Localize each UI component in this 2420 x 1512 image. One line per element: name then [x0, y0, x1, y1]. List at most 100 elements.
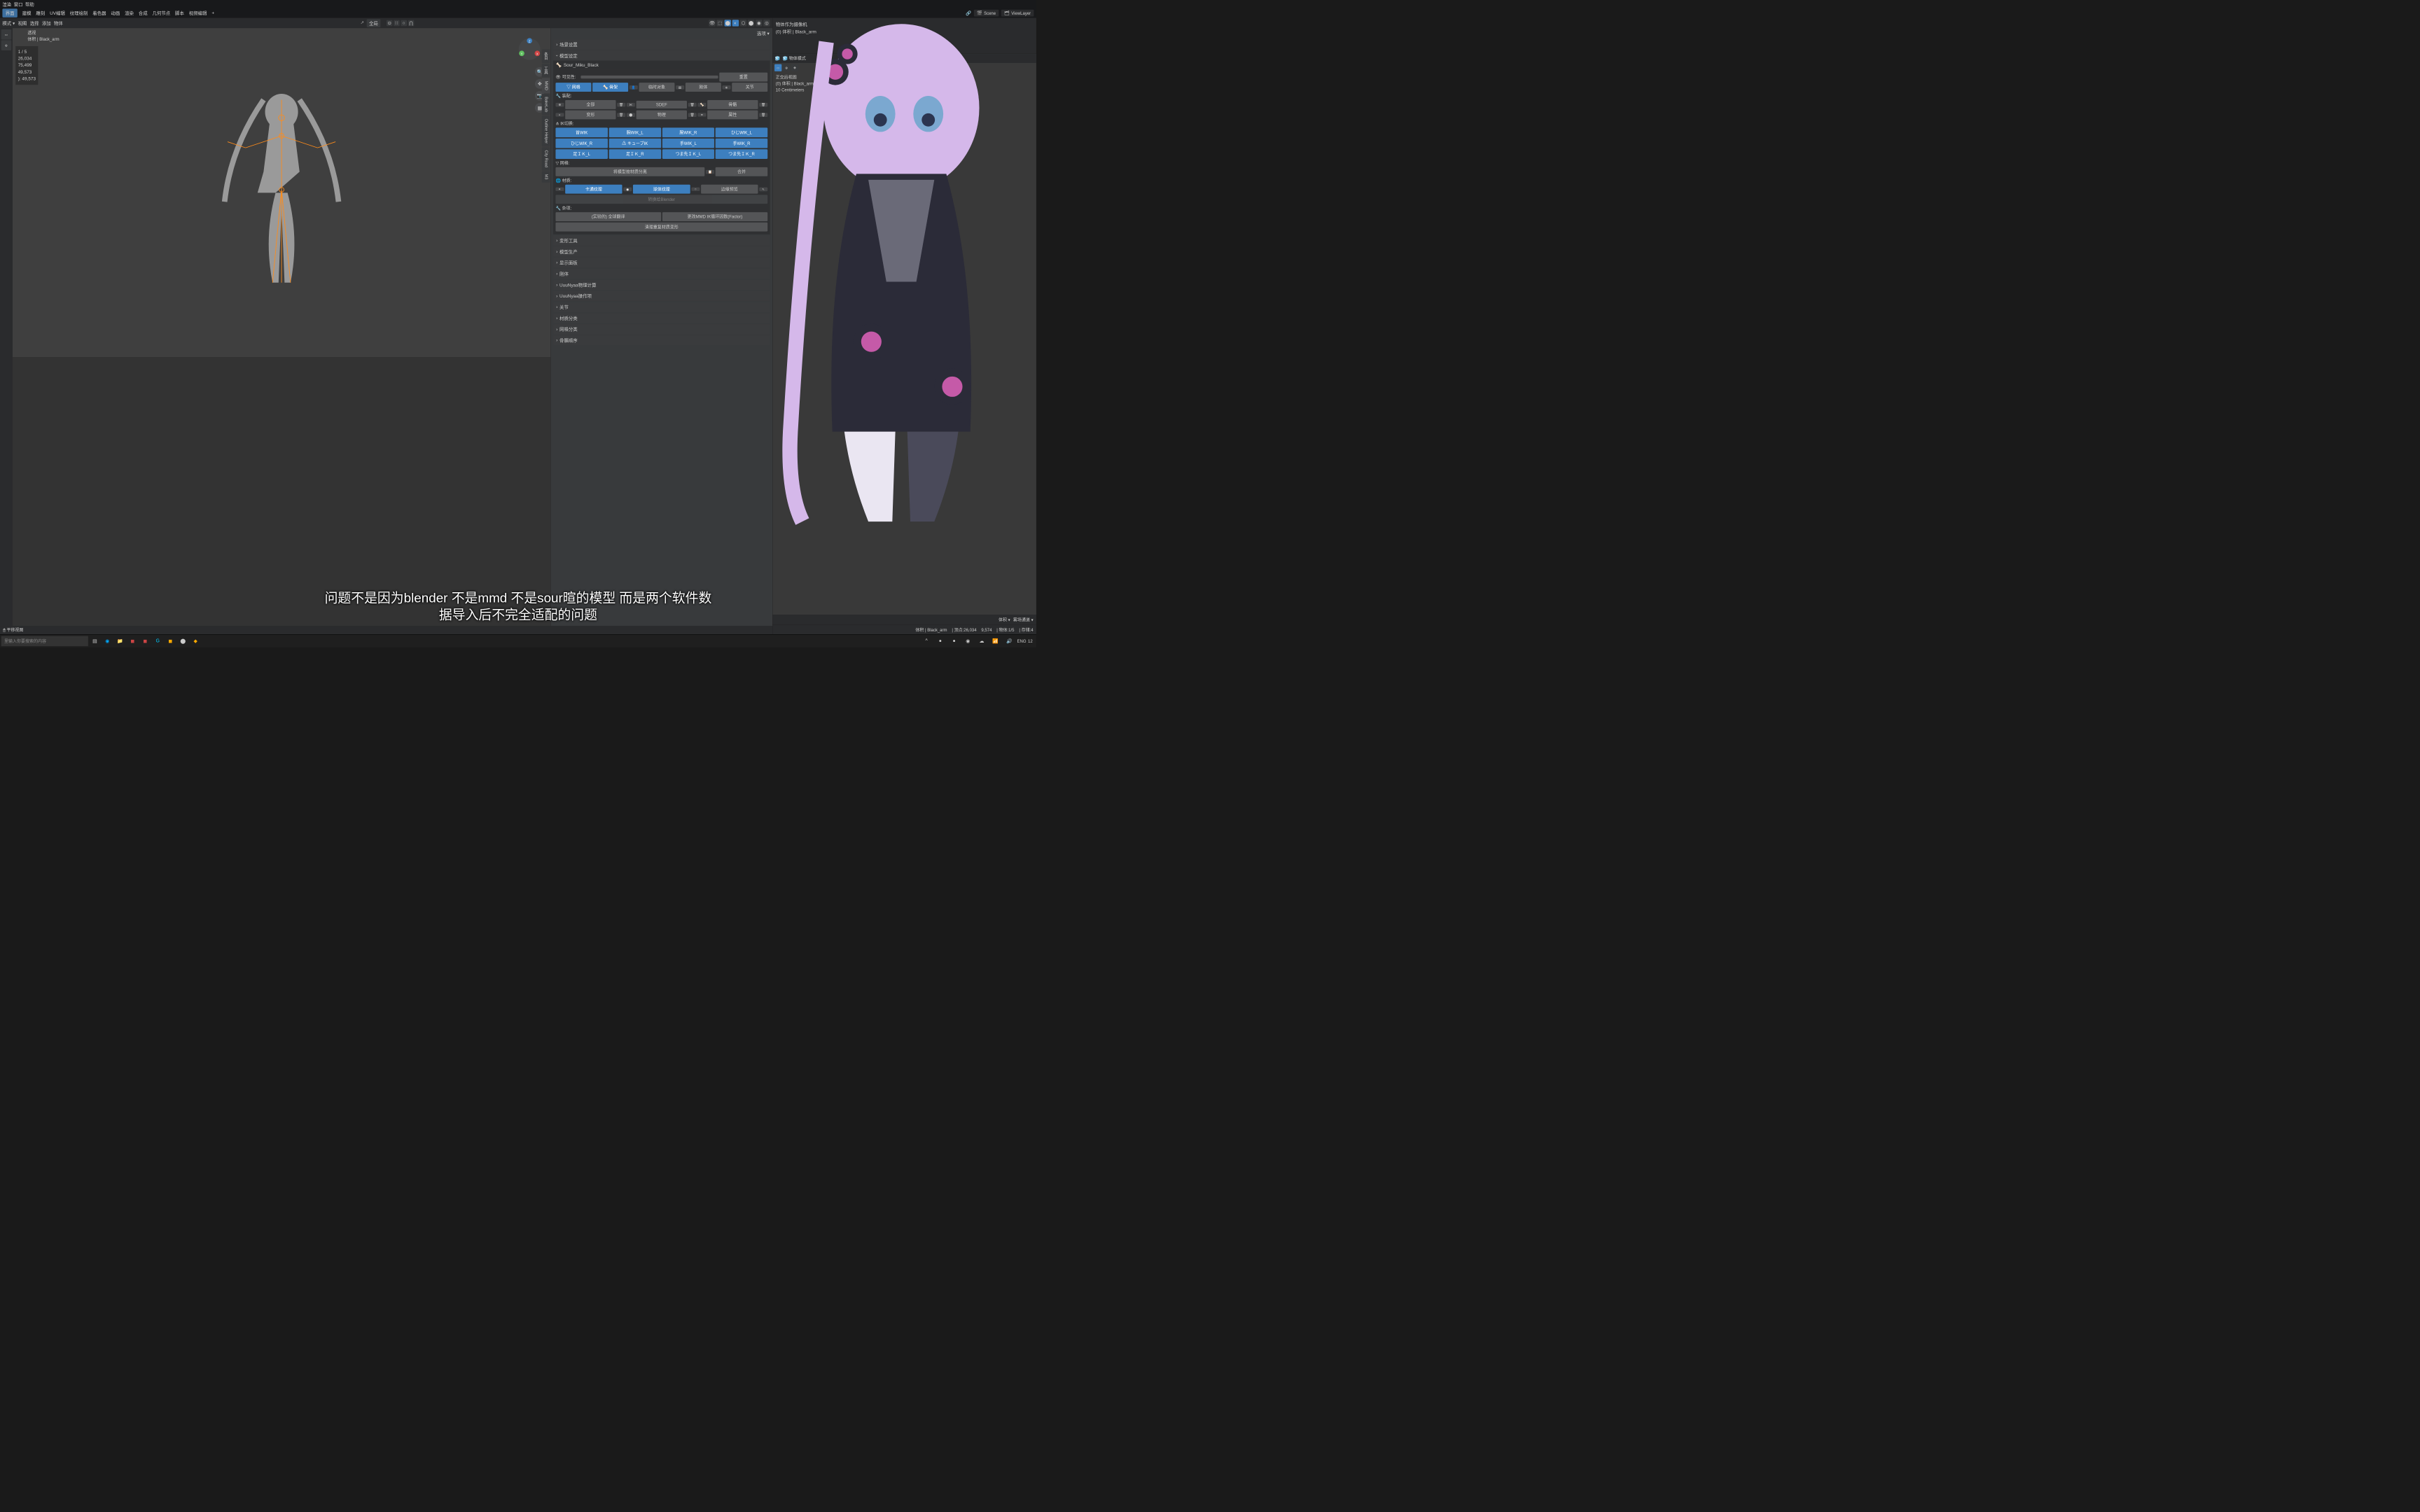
ik-3[interactable]: ひじWIK_L — [716, 127, 767, 137]
explorer-icon[interactable]: 📁 — [114, 635, 126, 647]
tab-add[interactable]: + — [211, 10, 214, 15]
section-uuunyaa-op[interactable]: UuuNyaa操作项 — [553, 291, 770, 301]
cursor-tool-icon[interactable]: ⊕ — [1, 40, 12, 50]
vp2-cursor-icon[interactable]: ⊕ — [783, 64, 790, 71]
proportional-icon[interactable]: ○ — [401, 20, 407, 27]
tray-cloud-icon[interactable]: ☁ — [975, 635, 987, 647]
rig-toggle[interactable]: 🦴 骨架 — [592, 83, 628, 92]
toon-button[interactable]: 卡通纹理 — [565, 185, 622, 194]
prop-volume[interactable]: 体积 ▾ — [999, 617, 1010, 623]
morph-icon[interactable]: ◐ — [555, 113, 564, 116]
task-view-icon[interactable]: ▤ — [89, 635, 101, 647]
ik-9[interactable]: 足ＩＫ_R — [609, 149, 661, 159]
del1-icon[interactable]: 🗑 — [617, 103, 625, 107]
del4-icon[interactable]: 🗑 — [617, 113, 625, 117]
tab-tool[interactable]: 工具 — [542, 64, 550, 78]
phys-button[interactable]: 物理 — [637, 111, 687, 120]
sphere-button[interactable]: 球体纹理 — [633, 185, 690, 194]
section-modelset[interactable]: 模型设定 — [553, 50, 770, 60]
mode-selector[interactable]: 模式 ▾ — [2, 20, 15, 26]
outliner-item[interactable]: (0) 体积 | Black_arm — [776, 29, 1034, 35]
ik-6[interactable]: 手WIK_L — [662, 139, 714, 148]
pivot-icon[interactable]: ⊙ — [387, 20, 393, 27]
edge-button[interactable]: 边缘预览 — [701, 185, 758, 194]
menu-help[interactable]: 帮助 — [25, 1, 34, 7]
all-icon[interactable]: ⊕ — [555, 103, 564, 107]
rigid-icon[interactable]: ▨ — [676, 85, 684, 90]
section-matcat[interactable]: 材质分类 — [553, 313, 770, 323]
gizmo-toggle-icon[interactable]: ⬚ — [716, 20, 723, 26]
tab-modeling[interactable]: 建模 — [22, 10, 32, 16]
section-rigid[interactable]: 刚体 — [553, 269, 770, 279]
tab-tex[interactable]: 纹理绘制 — [70, 10, 88, 16]
tab-script[interactable]: 脚本 — [175, 10, 184, 16]
hdr-add[interactable]: 添加 — [42, 20, 51, 26]
viewlayer-selector[interactable]: 🗂 ViewLayer — [1001, 10, 1034, 17]
vp2-move-icon[interactable]: ✥ — [791, 64, 798, 71]
convert-button[interactable]: 转换给Blender — [555, 195, 767, 204]
morph-button[interactable]: 变形 — [565, 111, 616, 120]
vp2-editor-icon[interactable]: 🧊 — [775, 56, 780, 61]
outliner[interactable]: 物体作为摄像机 (0) 体积 | Black_arm — [772, 18, 1036, 54]
ik-8[interactable]: 足ＩＫ_L — [555, 149, 607, 159]
section-scene[interactable]: 场景设置 — [553, 40, 770, 50]
reset-button[interactable]: 重置 — [719, 73, 767, 82]
wire-icon[interactable]: ⬡ — [740, 20, 746, 26]
tab-item[interactable]: 条目 — [542, 49, 550, 63]
taskbar-search[interactable]: 里输入你要搜索的内容 — [1, 636, 88, 646]
tab-shading[interactable]: 着色器 — [92, 10, 106, 16]
cleanup-button[interactable]: 清理重复材质变形 — [555, 223, 767, 232]
del5-icon[interactable]: 🗑 — [688, 113, 697, 117]
tab-m3[interactable]: M3 — [542, 171, 550, 182]
logi-icon[interactable]: G — [152, 635, 164, 647]
section-uuunyaa-phys[interactable]: UuuNyaa物理计算 — [553, 280, 770, 290]
ik-0[interactable]: 首WIK — [555, 127, 607, 137]
tab-video[interactable]: 视频编辑 — [189, 10, 207, 16]
tab-comp[interactable]: 合成 — [139, 10, 148, 16]
hdr-select[interactable]: 选择 — [30, 20, 39, 26]
mesh-toggle[interactable]: ▽ 网格 — [555, 83, 591, 92]
tab-sculpt[interactable]: 雕刻 — [36, 10, 45, 16]
main-viewport[interactable]: ▭ ⊕ 透视 体积 | Black_arm 1 / 5 26,034 75,49… — [0, 28, 772, 626]
toon-icon[interactable]: ◐ — [555, 188, 564, 191]
tab-bakelab[interactable]: BakeLab — [542, 94, 550, 115]
sdef-button[interactable]: SDEF — [637, 101, 687, 108]
section-display[interactable]: 显示面板 — [553, 258, 770, 267]
joint-toggle[interactable]: 关节 — [732, 83, 767, 92]
overlay-toggle-icon[interactable]: ⬤ — [725, 20, 731, 26]
tray-steam-icon[interactable]: ◉ — [962, 635, 974, 647]
temp-icon[interactable]: 👤 — [630, 85, 638, 90]
hdr-view[interactable]: 视图 — [18, 20, 27, 26]
vp2-sel-icon[interactable]: ▭ — [774, 64, 781, 71]
del3-icon[interactable]: 🗑 — [759, 103, 767, 107]
section-modelgen[interactable]: 模型生产 — [553, 246, 770, 256]
menu-window[interactable]: 窗口 — [14, 1, 23, 7]
ik-10[interactable]: つま先ＩＫ_L — [662, 149, 714, 159]
select-tool-icon[interactable]: ▭ — [1, 29, 12, 40]
vis-icon[interactable]: 👁 — [709, 20, 715, 26]
coord-system[interactable]: 全局 — [367, 19, 381, 27]
xray-icon[interactable]: ◐ — [732, 20, 739, 26]
ik-2[interactable]: 腕WIK_R — [662, 127, 714, 137]
tray-vol-icon[interactable]: 🔊 — [1003, 635, 1015, 647]
edge-icon[interactable]: ○ — [691, 188, 700, 191]
section-joint[interactable]: 关节 — [553, 302, 770, 312]
attr-button[interactable]: 属性 — [707, 111, 758, 120]
app2-icon[interactable]: ◼ — [139, 635, 151, 647]
nav-gizmo[interactable]: Z Y X — [517, 37, 541, 61]
sphere-icon[interactable]: ◉ — [623, 187, 632, 191]
snap-icon[interactable]: ∷ — [394, 20, 400, 27]
tab-uv[interactable]: UV编辑 — [50, 10, 65, 16]
bone-button[interactable]: 骨骼 — [707, 100, 758, 109]
tray1-icon[interactable]: ● — [934, 635, 946, 647]
ik-7[interactable]: 手WIK_R — [716, 139, 767, 148]
attr-icon[interactable]: ≡ — [697, 113, 706, 116]
tray-up-icon[interactable]: ^ — [921, 635, 933, 647]
menu-render[interactable]: 渲染 — [2, 1, 11, 7]
tab-layout[interactable]: 界面 — [2, 8, 17, 17]
secondary-viewport[interactable]: 🧊 🧊 物体模式 ▭ ⊕ ✥ 正交后视图 (0) 体积 | Black_arm … — [772, 54, 1036, 615]
bone-icon[interactable]: 🦴 — [697, 103, 706, 107]
section-meshcat[interactable]: 网格分类 — [553, 324, 770, 334]
hdr-object[interactable]: 物体 — [54, 20, 63, 26]
joint-icon[interactable]: ⋇ — [723, 85, 731, 90]
